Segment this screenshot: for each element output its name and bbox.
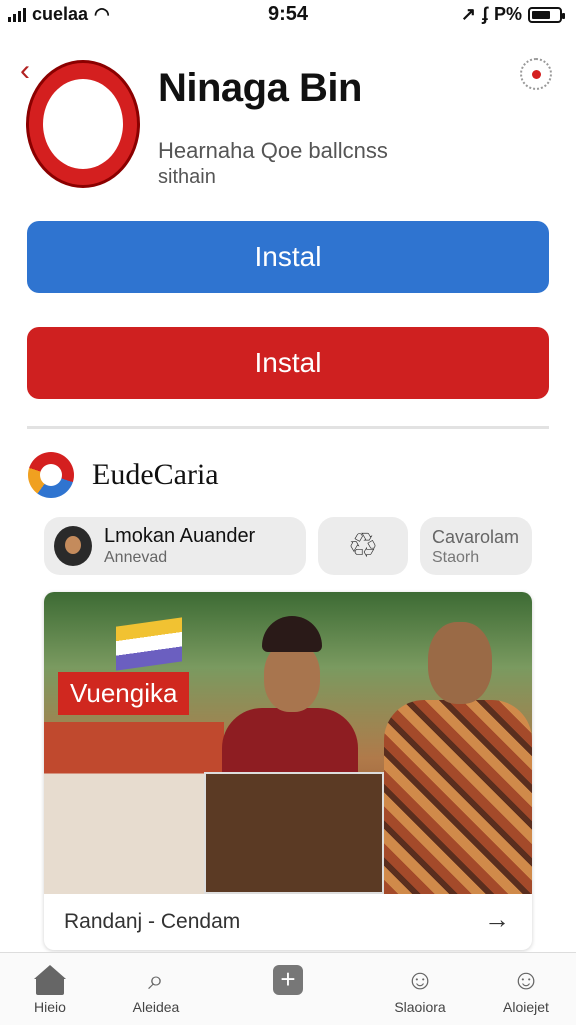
card-caption: Randanj - Cendam — [64, 910, 241, 933]
bluetooth-icon: ʄ — [481, 4, 488, 24]
divider — [27, 426, 549, 429]
back-chevron-icon[interactable]: ‹ — [20, 56, 30, 86]
tab-add[interactable]: + — [238, 953, 338, 1025]
add-icon: + — [273, 965, 303, 995]
section-logo-icon — [28, 452, 74, 498]
section-title: EudeCaria — [92, 458, 219, 491]
card-image: Vuengika — [44, 592, 532, 894]
magnifier-icon: ⌕ — [148, 964, 164, 995]
person-icon: ☺ — [405, 964, 435, 995]
location-pin-button[interactable]: ♲ — [318, 517, 408, 575]
home-icon — [33, 965, 67, 995]
image-overlay-label: Vuengika — [58, 672, 190, 715]
flag-graphic — [116, 617, 182, 671]
install-button-secondary[interactable]: Instal — [27, 327, 549, 399]
tab-people[interactable]: ☺ Slaoiora — [370, 953, 470, 1025]
tab-label: Aleidea — [132, 999, 180, 1015]
text-chip-line1: Cavarolam — [432, 527, 520, 547]
person-right — [384, 612, 532, 894]
status-bar: cuelaa ◠ 9:54 ↗ ʄ P% — [0, 0, 576, 30]
tab-search[interactable]: ⌕ Aleidea — [106, 953, 206, 1025]
tab-label: Hieio — [34, 999, 66, 1015]
tab-label: Aloiejet — [503, 999, 549, 1015]
app-logo-icon — [26, 60, 140, 188]
location-icon: ↗ — [460, 4, 476, 24]
user-chip[interactable]: Lmokan Auander Annevad — [44, 517, 306, 575]
scene-houses — [44, 722, 224, 894]
tab-bar: Hieio ⌕ Aleidea + ☺ Slaoiora ☺ Aloiejet — [0, 952, 576, 1025]
tab-label: Slaoiora — [394, 999, 446, 1015]
inset-photo — [204, 772, 384, 894]
status-right: ↗ ʄ P% — [460, 4, 565, 25]
install-button-primary[interactable]: Instal — [27, 221, 549, 293]
battery-icon — [528, 6, 565, 23]
feature-card[interactable]: Vuengika Randanj - Cendam → — [44, 592, 532, 950]
pin-icon: ♲ — [347, 527, 379, 565]
more-options-icon[interactable] — [520, 58, 552, 90]
tab-profile[interactable]: ☺ Aloiejet — [476, 953, 576, 1025]
avatar — [54, 526, 92, 566]
profile-icon: ☺ — [511, 964, 541, 995]
text-chip-line2: Staorh — [432, 549, 480, 566]
text-chip[interactable]: Cavarolam Staorh — [420, 517, 532, 575]
app-subtitle: Hearnaha Qoe ballcnss — [158, 138, 388, 163]
user-role: Annevad — [104, 549, 168, 566]
tab-home[interactable]: Hieio — [0, 953, 100, 1025]
battery-percent: P% — [493, 4, 522, 24]
user-name: Lmokan Auander — [104, 525, 256, 547]
app-subtitle-2: sithain — [158, 166, 216, 188]
arrow-right-icon[interactable]: → — [484, 904, 510, 935]
app-title: Ninaga Bin — [158, 66, 362, 110]
